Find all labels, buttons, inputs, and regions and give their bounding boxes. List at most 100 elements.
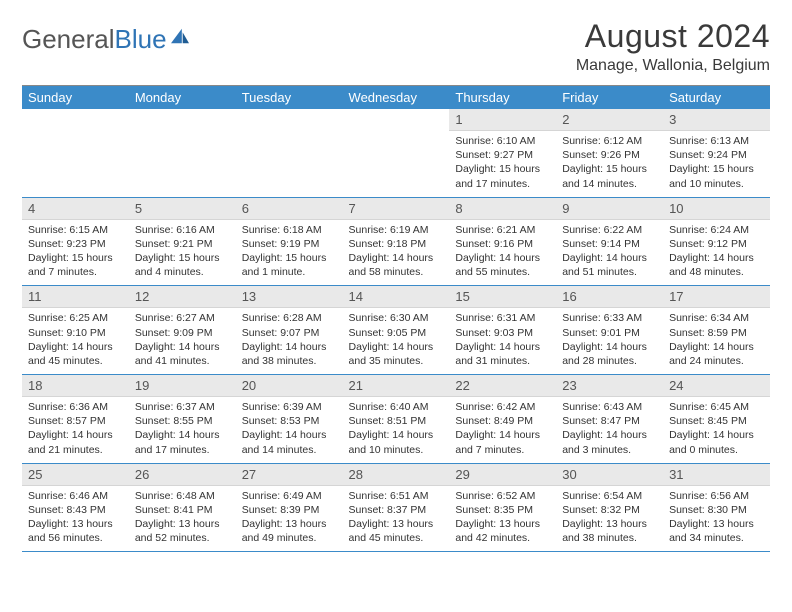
sunset-line: Sunset: 9:27 PM: [455, 148, 550, 162]
sunrise-line: Sunrise: 6:56 AM: [669, 489, 764, 503]
sunset-line: Sunset: 8:43 PM: [28, 503, 123, 517]
sunrise-line: Sunrise: 6:49 AM: [242, 489, 337, 503]
day-number: 12: [129, 286, 236, 308]
sunrise-line: Sunrise: 6:34 AM: [669, 311, 764, 325]
day-cell: 25Sunrise: 6:46 AMSunset: 8:43 PMDayligh…: [22, 463, 129, 552]
dow-header: Monday: [129, 86, 236, 110]
sunset-line: Sunset: 9:01 PM: [562, 326, 657, 340]
day-cell: 10Sunrise: 6:24 AMSunset: 9:12 PMDayligh…: [663, 197, 770, 286]
sunset-line: Sunset: 9:16 PM: [455, 237, 550, 251]
week-row: 11Sunrise: 6:25 AMSunset: 9:10 PMDayligh…: [22, 286, 770, 375]
sunrise-line: Sunrise: 6:37 AM: [135, 400, 230, 414]
day-cell: 6Sunrise: 6:18 AMSunset: 9:19 PMDaylight…: [236, 197, 343, 286]
day-number: 7: [343, 198, 450, 220]
sunset-line: Sunset: 8:53 PM: [242, 414, 337, 428]
sunset-line: Sunset: 9:23 PM: [28, 237, 123, 251]
day-cell: [236, 109, 343, 197]
sunset-line: Sunset: 9:26 PM: [562, 148, 657, 162]
week-row: 25Sunrise: 6:46 AMSunset: 8:43 PMDayligh…: [22, 463, 770, 552]
sunrise-line: Sunrise: 6:21 AM: [455, 223, 550, 237]
day-details: Sunrise: 6:56 AMSunset: 8:30 PMDaylight:…: [663, 486, 770, 552]
daylight-line: Daylight: 14 hours and 31 minutes.: [455, 340, 550, 368]
day-cell: [129, 109, 236, 197]
sunrise-line: Sunrise: 6:31 AM: [455, 311, 550, 325]
daylight-line: Daylight: 14 hours and 24 minutes.: [669, 340, 764, 368]
daylight-line: Daylight: 14 hours and 48 minutes.: [669, 251, 764, 279]
daylight-line: Daylight: 13 hours and 34 minutes.: [669, 517, 764, 545]
sunset-line: Sunset: 8:55 PM: [135, 414, 230, 428]
daylight-line: Daylight: 14 hours and 3 minutes.: [562, 428, 657, 456]
sunrise-line: Sunrise: 6:12 AM: [562, 134, 657, 148]
day-cell: 22Sunrise: 6:42 AMSunset: 8:49 PMDayligh…: [449, 375, 556, 464]
logo: GeneralBlue: [22, 24, 191, 55]
daylight-line: Daylight: 15 hours and 4 minutes.: [135, 251, 230, 279]
day-number: 20: [236, 375, 343, 397]
sunrise-line: Sunrise: 6:40 AM: [349, 400, 444, 414]
daylight-line: Daylight: 15 hours and 7 minutes.: [28, 251, 123, 279]
day-details: Sunrise: 6:34 AMSunset: 8:59 PMDaylight:…: [663, 308, 770, 374]
sunset-line: Sunset: 9:05 PM: [349, 326, 444, 340]
day-details: Sunrise: 6:37 AMSunset: 8:55 PMDaylight:…: [129, 397, 236, 463]
day-cell: 17Sunrise: 6:34 AMSunset: 8:59 PMDayligh…: [663, 286, 770, 375]
day-number: 3: [663, 109, 770, 131]
day-details: Sunrise: 6:46 AMSunset: 8:43 PMDaylight:…: [22, 486, 129, 552]
day-number: 11: [22, 286, 129, 308]
daylight-line: Daylight: 14 hours and 38 minutes.: [242, 340, 337, 368]
day-details: Sunrise: 6:13 AMSunset: 9:24 PMDaylight:…: [663, 131, 770, 197]
day-cell: 24Sunrise: 6:45 AMSunset: 8:45 PMDayligh…: [663, 375, 770, 464]
day-details: Sunrise: 6:22 AMSunset: 9:14 PMDaylight:…: [556, 220, 663, 286]
sunset-line: Sunset: 8:59 PM: [669, 326, 764, 340]
day-details: Sunrise: 6:31 AMSunset: 9:03 PMDaylight:…: [449, 308, 556, 374]
sunrise-line: Sunrise: 6:19 AM: [349, 223, 444, 237]
sunset-line: Sunset: 9:07 PM: [242, 326, 337, 340]
day-details: Sunrise: 6:45 AMSunset: 8:45 PMDaylight:…: [663, 397, 770, 463]
daylight-line: Daylight: 13 hours and 56 minutes.: [28, 517, 123, 545]
day-number: 4: [22, 198, 129, 220]
daylight-line: Daylight: 15 hours and 10 minutes.: [669, 162, 764, 190]
day-cell: 14Sunrise: 6:30 AMSunset: 9:05 PMDayligh…: [343, 286, 450, 375]
day-cell: 21Sunrise: 6:40 AMSunset: 8:51 PMDayligh…: [343, 375, 450, 464]
day-number: 31: [663, 464, 770, 486]
day-details: Sunrise: 6:16 AMSunset: 9:21 PMDaylight:…: [129, 220, 236, 286]
logo-text-general: General: [22, 24, 115, 55]
day-details: Sunrise: 6:28 AMSunset: 9:07 PMDaylight:…: [236, 308, 343, 374]
day-cell: 11Sunrise: 6:25 AMSunset: 9:10 PMDayligh…: [22, 286, 129, 375]
day-cell: 5Sunrise: 6:16 AMSunset: 9:21 PMDaylight…: [129, 197, 236, 286]
day-cell: [22, 109, 129, 197]
sunrise-line: Sunrise: 6:22 AM: [562, 223, 657, 237]
dow-header: Thursday: [449, 86, 556, 110]
daylight-line: Daylight: 14 hours and 35 minutes.: [349, 340, 444, 368]
sunrise-line: Sunrise: 6:13 AM: [669, 134, 764, 148]
calendar-table: SundayMondayTuesdayWednesdayThursdayFrid…: [22, 85, 770, 552]
sunset-line: Sunset: 9:21 PM: [135, 237, 230, 251]
day-cell: 13Sunrise: 6:28 AMSunset: 9:07 PMDayligh…: [236, 286, 343, 375]
day-cell: 12Sunrise: 6:27 AMSunset: 9:09 PMDayligh…: [129, 286, 236, 375]
daylight-line: Daylight: 14 hours and 58 minutes.: [349, 251, 444, 279]
daylight-line: Daylight: 15 hours and 17 minutes.: [455, 162, 550, 190]
daylight-line: Daylight: 15 hours and 1 minute.: [242, 251, 337, 279]
day-number: 2: [556, 109, 663, 131]
day-number: 1: [449, 109, 556, 131]
day-cell: 16Sunrise: 6:33 AMSunset: 9:01 PMDayligh…: [556, 286, 663, 375]
day-cell: 18Sunrise: 6:36 AMSunset: 8:57 PMDayligh…: [22, 375, 129, 464]
sunset-line: Sunset: 9:24 PM: [669, 148, 764, 162]
day-details: Sunrise: 6:52 AMSunset: 8:35 PMDaylight:…: [449, 486, 556, 552]
day-cell: 9Sunrise: 6:22 AMSunset: 9:14 PMDaylight…: [556, 197, 663, 286]
day-cell: 20Sunrise: 6:39 AMSunset: 8:53 PMDayligh…: [236, 375, 343, 464]
day-details: Sunrise: 6:33 AMSunset: 9:01 PMDaylight:…: [556, 308, 663, 374]
sunrise-line: Sunrise: 6:43 AM: [562, 400, 657, 414]
sunset-line: Sunset: 9:14 PM: [562, 237, 657, 251]
day-number: 18: [22, 375, 129, 397]
sunset-line: Sunset: 8:32 PM: [562, 503, 657, 517]
day-number: 13: [236, 286, 343, 308]
day-number: 22: [449, 375, 556, 397]
day-number: 17: [663, 286, 770, 308]
day-number: 9: [556, 198, 663, 220]
page-subtitle: Manage, Wallonia, Belgium: [576, 57, 770, 75]
sunrise-line: Sunrise: 6:45 AM: [669, 400, 764, 414]
day-cell: 7Sunrise: 6:19 AMSunset: 9:18 PMDaylight…: [343, 197, 450, 286]
day-cell: 23Sunrise: 6:43 AMSunset: 8:47 PMDayligh…: [556, 375, 663, 464]
sunset-line: Sunset: 8:49 PM: [455, 414, 550, 428]
day-cell: 4Sunrise: 6:15 AMSunset: 9:23 PMDaylight…: [22, 197, 129, 286]
page-title: August 2024: [576, 18, 770, 55]
